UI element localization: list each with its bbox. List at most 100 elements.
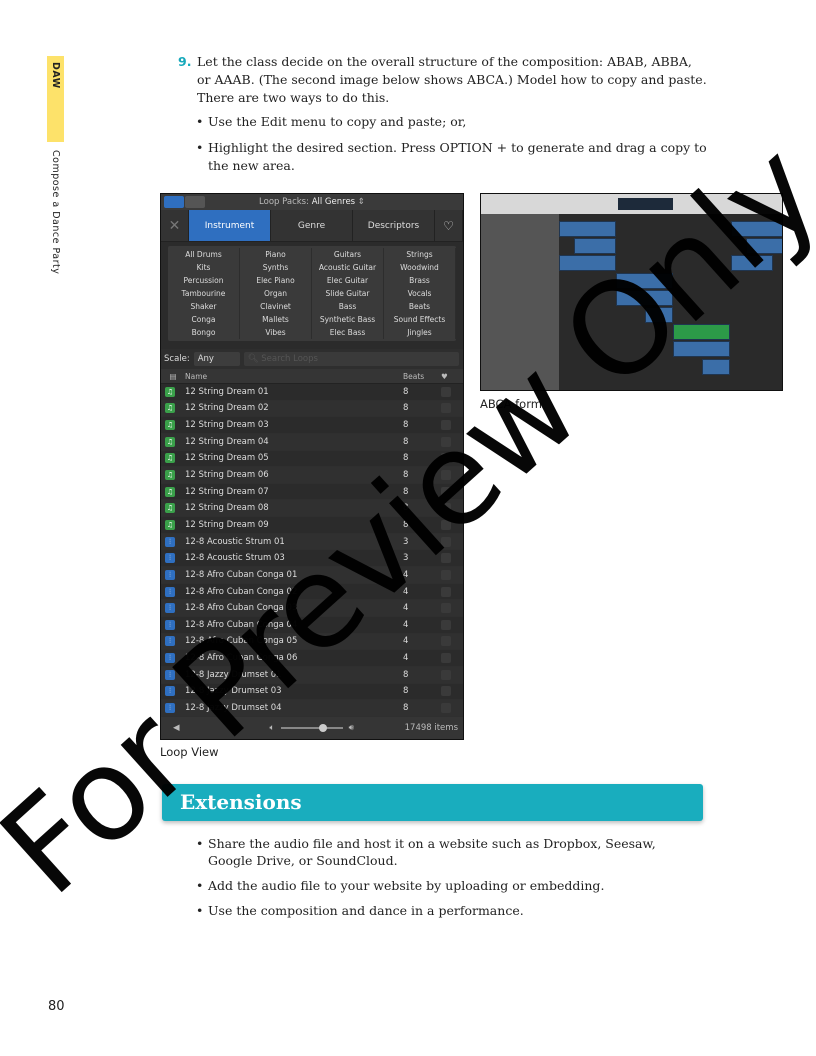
loop-row[interactable]: ♫ 12 String Dream 09 8 xyxy=(161,517,463,534)
instrument-button[interactable]: Woodwind xyxy=(384,261,456,274)
favorite-checkbox[interactable] xyxy=(441,470,451,481)
instrument-button[interactable]: Acoustic Guitar xyxy=(312,261,384,274)
loop-packs-value[interactable]: All Genres xyxy=(312,197,355,207)
instrument-button[interactable]: Piano xyxy=(240,248,312,261)
instrument-button[interactable]: Sound Effects xyxy=(384,313,456,326)
instrument-button[interactable]: Strings xyxy=(384,248,456,261)
instrument-button[interactable]: Bass xyxy=(312,300,384,313)
favorite-checkbox[interactable] xyxy=(441,636,451,647)
favorite-checkbox[interactable] xyxy=(441,386,451,397)
loop-row[interactable]: ♫ 12 String Dream 03 8 xyxy=(161,417,463,434)
beats-column[interactable]: Beats xyxy=(403,372,441,381)
region-clip[interactable] xyxy=(673,341,730,358)
loop-row[interactable]: ⫶ 12-8 Afro Cuban Conga 04 4 xyxy=(161,616,463,634)
instrument-button[interactable]: Organ xyxy=(240,287,312,300)
loop-name: 12 String Dream 09 xyxy=(185,519,269,530)
loop-row[interactable]: ⫶ 12-8 Afro Cuban Conga 01 4 xyxy=(161,567,463,584)
volume-slider[interactable] xyxy=(280,724,343,732)
favorite-checkbox[interactable] xyxy=(441,553,451,564)
region-clip[interactable] xyxy=(559,221,616,237)
instrument-button[interactable]: All Drums xyxy=(168,248,240,261)
favorite-checkbox[interactable] xyxy=(441,453,451,464)
name-column[interactable]: Name xyxy=(185,372,403,381)
instrument-button[interactable]: Elec Bass xyxy=(312,326,384,339)
favorite-checkbox[interactable] xyxy=(441,486,451,497)
loop-row[interactable]: ⫶ 12-8 Afro Cuban Conga 03 4 xyxy=(161,600,463,617)
favorite-checkbox[interactable] xyxy=(441,519,451,530)
loop-name: 12-8 Afro Cuban Conga 04 xyxy=(185,619,298,630)
favorite-checkbox[interactable] xyxy=(441,686,451,697)
region-clip[interactable] xyxy=(559,255,616,272)
instrument-button[interactable]: Bongo xyxy=(168,326,240,339)
region-clip[interactable] xyxy=(731,255,773,272)
loop-row[interactable]: ♫ 12 String Dream 08 8 xyxy=(161,500,463,518)
loop-name: 12-8 Acoustic Strum 03 xyxy=(185,553,285,564)
region-clip[interactable] xyxy=(616,289,673,306)
favorite-checkbox[interactable] xyxy=(441,503,451,514)
loop-row[interactable]: ⫶ 12-8 Acoustic Strum 03 3 xyxy=(161,550,463,568)
loop-row[interactable]: ♫ 12 String Dream 07 8 xyxy=(161,483,463,501)
favorite-checkbox[interactable] xyxy=(441,619,451,630)
favorite-checkbox[interactable] xyxy=(441,420,451,431)
favorite-checkbox[interactable] xyxy=(441,403,451,414)
region-clip[interactable] xyxy=(702,358,730,375)
search-input[interactable]: 🔍︎ Search Loops xyxy=(243,352,459,366)
favorite-checkbox[interactable] xyxy=(441,603,451,614)
region-clip[interactable] xyxy=(645,307,673,323)
tab-descriptors[interactable]: Descriptors xyxy=(353,210,435,241)
instrument-button[interactable]: Vocals xyxy=(384,287,456,300)
loop-row[interactable]: ⫶ 12-8 Jazzy Drumset 01 8 xyxy=(161,666,463,684)
instrument-button[interactable]: Elec Guitar xyxy=(312,274,384,287)
loop-row[interactable]: ⫶ 12-8 Afro Cuban Conga 02 4 xyxy=(161,583,463,601)
loop-row[interactable]: ⫶ 12-8 Afro Cuban Conga 06 4 xyxy=(161,650,463,667)
instrument-button[interactable]: Conga xyxy=(168,313,240,326)
loop-row[interactable]: ♫ 12 String Dream 05 8 xyxy=(161,450,463,468)
view-buttons[interactable] xyxy=(164,196,206,208)
region-clip[interactable] xyxy=(673,324,730,341)
close-icon[interactable]: ✕ xyxy=(161,210,189,241)
heart-icon[interactable]: ♡ xyxy=(435,210,463,241)
step-text: Let the class decide on the overall stru… xyxy=(197,54,707,105)
loop-name: 12-8 Afro Cuban Conga 02 xyxy=(185,586,298,597)
instrument-button[interactable]: Synths xyxy=(240,261,312,274)
bullet: Use the composition and dance in a perfo… xyxy=(196,902,696,919)
instrument-button[interactable]: Clavinet xyxy=(240,300,312,313)
favorite-checkbox[interactable] xyxy=(441,569,451,580)
region-clip[interactable] xyxy=(616,272,673,289)
instrument-button[interactable]: Mallets xyxy=(240,313,312,326)
region-clip[interactable] xyxy=(746,238,782,255)
favorite-checkbox[interactable] xyxy=(441,653,451,664)
instrument-button[interactable]: Guitars xyxy=(312,248,384,261)
loop-row[interactable]: ⫶ 12-8 Jazzy Drumset 04 8 xyxy=(161,700,463,717)
tab-instrument[interactable]: Instrument xyxy=(189,210,271,241)
tab-genre[interactable]: Genre xyxy=(271,210,353,241)
region-clip[interactable] xyxy=(574,238,616,255)
instrument-button[interactable]: Tambourine xyxy=(168,287,240,300)
scale-select[interactable]: Any xyxy=(193,352,240,366)
instrument-button[interactable]: Shaker xyxy=(168,300,240,313)
favorite-checkbox[interactable] xyxy=(441,536,451,547)
instrument-button[interactable]: Jingles xyxy=(384,326,456,339)
loop-row[interactable]: ♫ 12 String Dream 06 8 xyxy=(161,467,463,484)
favorite-checkbox[interactable] xyxy=(441,586,451,597)
instrument-button[interactable]: Beats xyxy=(384,300,456,313)
speaker-icon[interactable]: ◀ xyxy=(173,723,180,733)
loop-row[interactable]: ⫶ 12-8 Acoustic Strum 01 3 xyxy=(161,533,463,551)
favorite-checkbox[interactable] xyxy=(441,702,451,713)
loop-row[interactable]: ♫ 12 String Dream 04 8 xyxy=(161,433,463,451)
instrument-button[interactable]: Slide Guitar xyxy=(312,287,384,300)
instrument-button[interactable]: Percussion xyxy=(168,274,240,287)
instrument-button[interactable]: Synthetic Bass xyxy=(312,313,384,326)
loop-row[interactable]: ⫶ 12-8 Afro Cuban Conga 05 4 xyxy=(161,633,463,651)
loop-row[interactable]: ♫ 12 String Dream 01 8 xyxy=(161,384,463,401)
favorite-checkbox[interactable] xyxy=(441,436,451,447)
instrument-button[interactable]: Brass xyxy=(384,274,456,287)
instrument-button[interactable]: Elec Piano xyxy=(240,274,312,287)
region-clip[interactable] xyxy=(731,221,782,237)
loop-row[interactable]: ⫶ 12-8 Jazzy Drumset 03 8 xyxy=(161,683,463,701)
instrument-button[interactable]: Kits xyxy=(168,261,240,274)
instrument-button[interactable]: Vibes xyxy=(240,326,312,339)
favorite-column-icon[interactable]: ♥ xyxy=(441,372,448,381)
loop-row[interactable]: ♫ 12 String Dream 02 8 xyxy=(161,400,463,418)
favorite-checkbox[interactable] xyxy=(441,669,451,680)
